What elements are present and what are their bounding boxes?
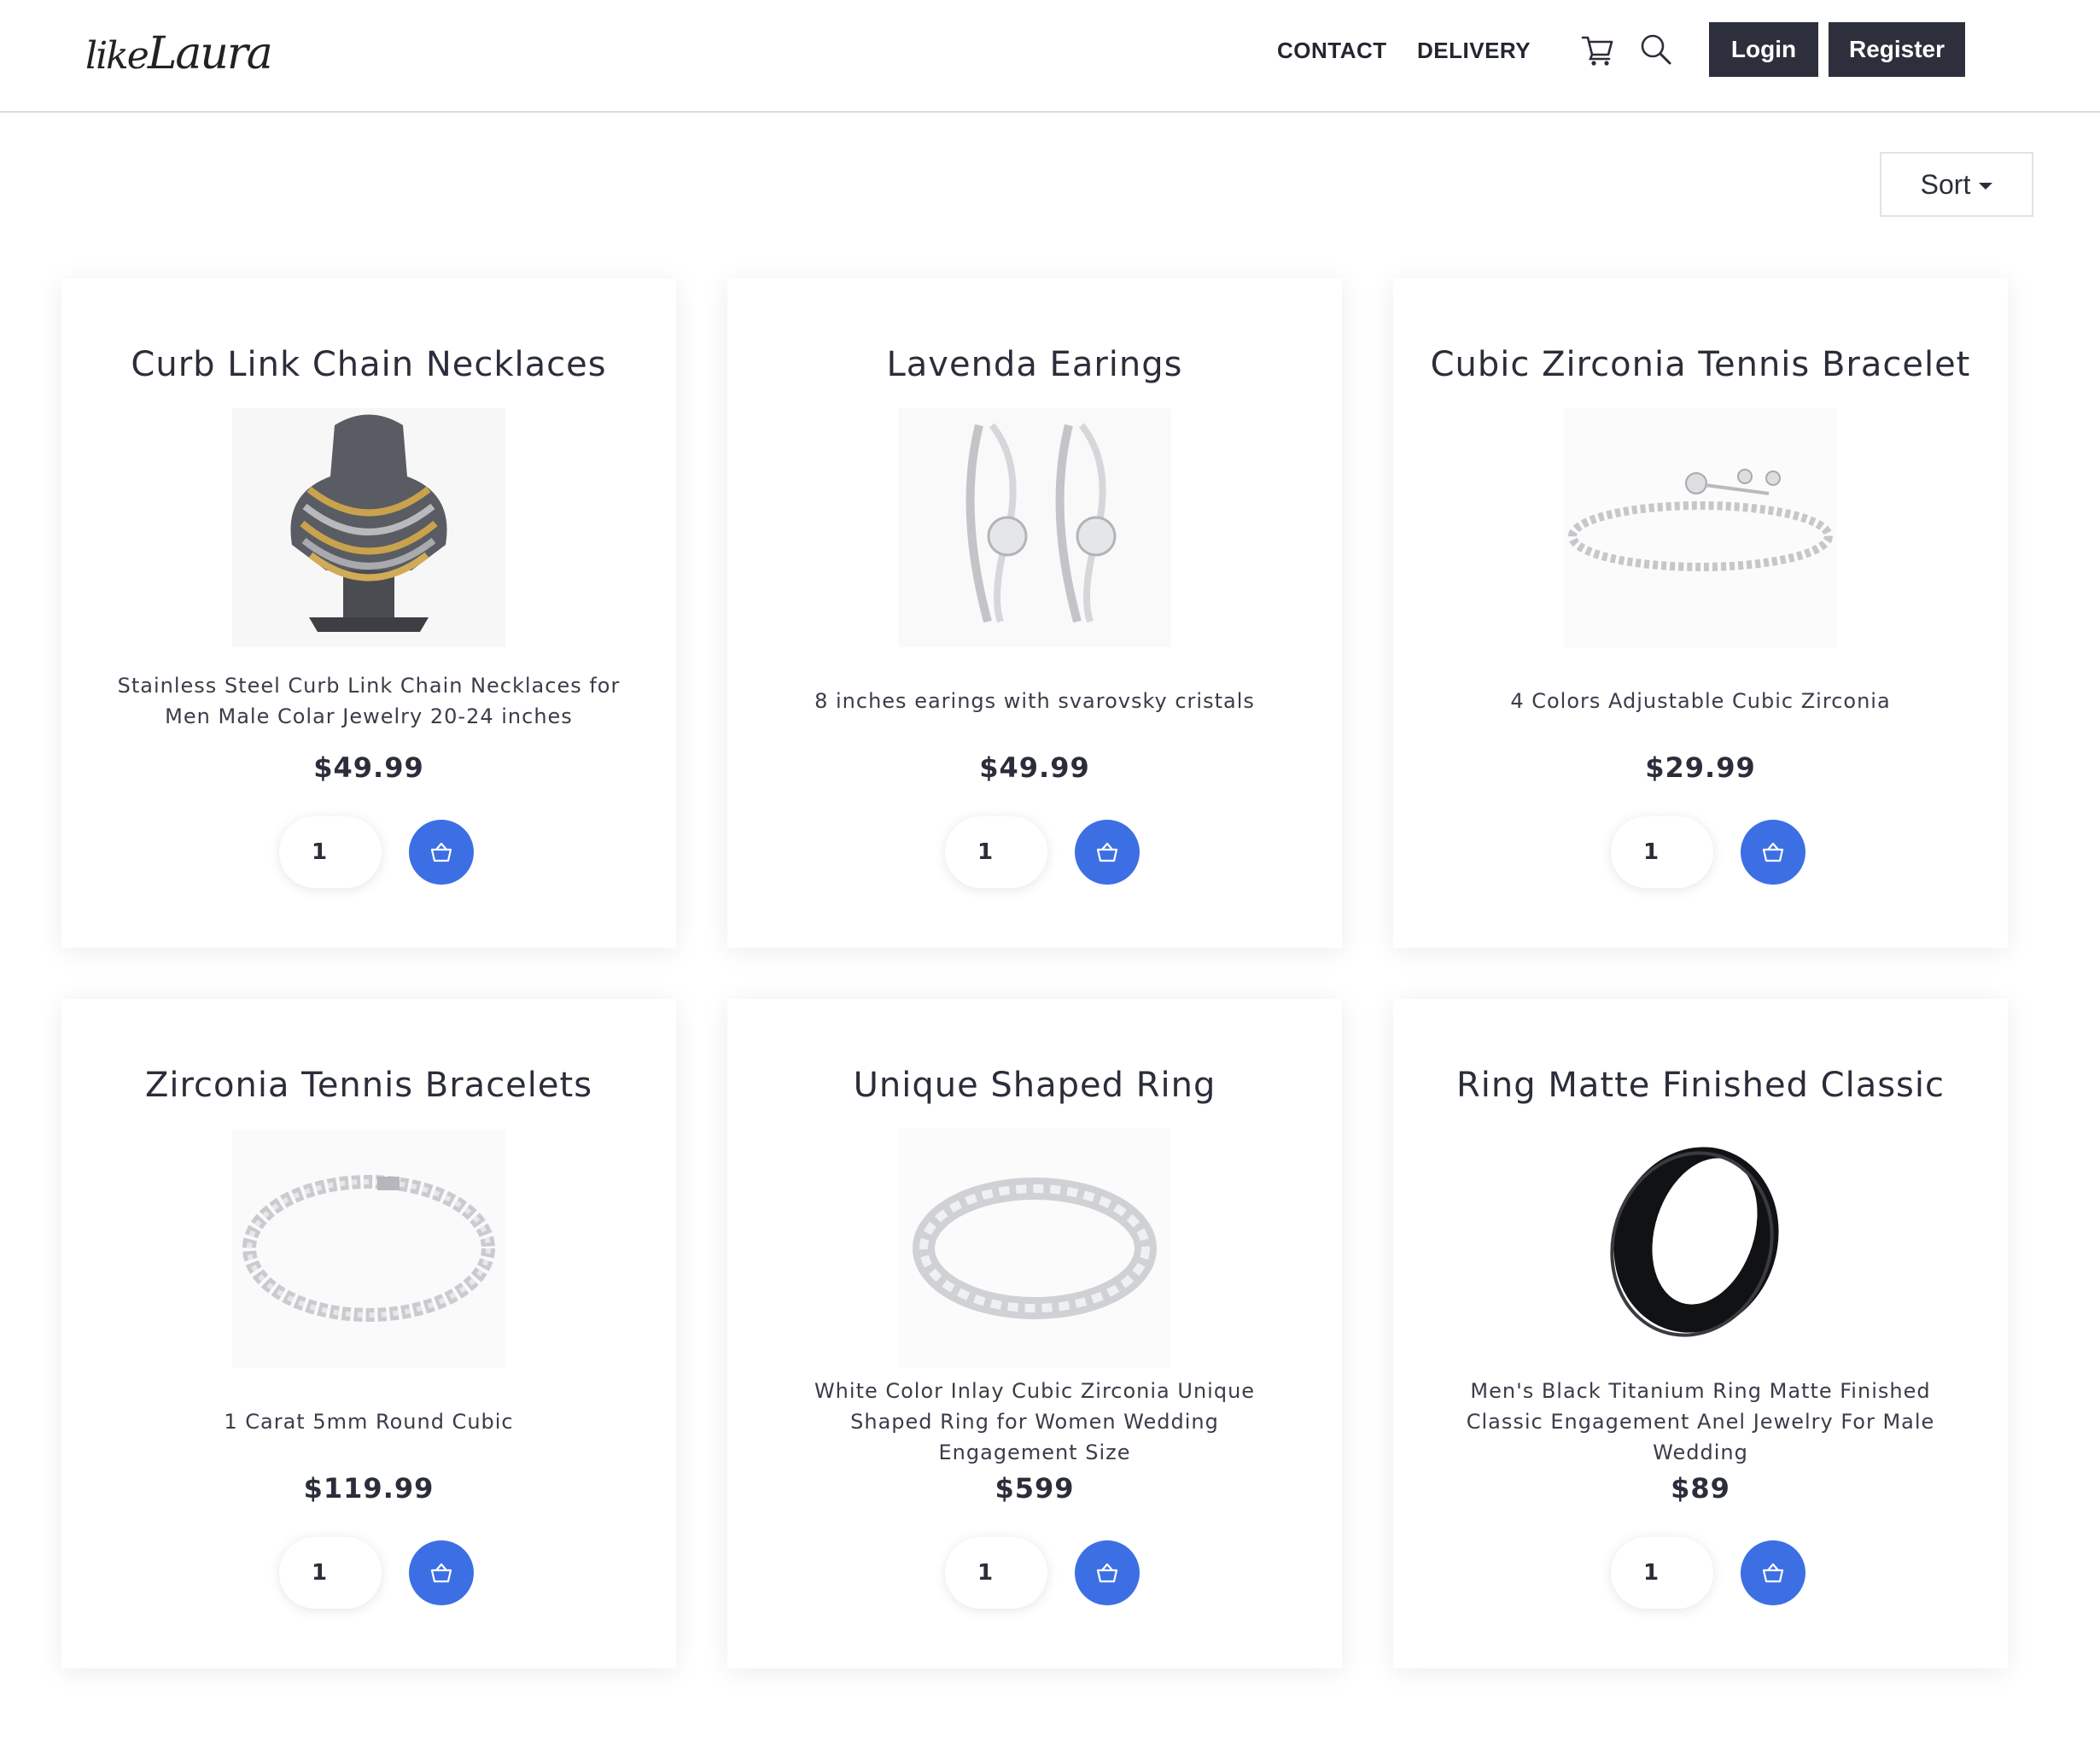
add-to-cart-button[interactable]	[1741, 820, 1805, 885]
product-title: Curb Link Chain Necklaces	[131, 345, 607, 384]
product-description: Stainless Steel Curb Link Chain Necklace…	[117, 674, 621, 728]
register-button[interactable]: Register	[1829, 22, 1965, 77]
sort-label: Sort	[1920, 168, 1971, 200]
product-card: Curb Link Chain Necklaces Stainless Stee…	[61, 278, 676, 948]
login-button[interactable]: Login	[1709, 22, 1818, 77]
add-to-cart-button[interactable]	[409, 820, 474, 885]
product-description: 8 inches earings with svarovsky cristals	[814, 689, 1255, 713]
product-card: Zirconia Tennis Bracelets 1 Carat 5mm Ro…	[61, 999, 676, 1668]
product-title: Zirconia Tennis Bracelets	[144, 1066, 593, 1105]
product-title: Cubic Zirconia Tennis Bracelet	[1430, 345, 1971, 384]
earrings-image[interactable]	[898, 408, 1171, 647]
product-description: White Color Inlay Cubic Zirconia Unique …	[814, 1379, 1256, 1464]
product-title: Lavenda Earings	[886, 345, 1183, 384]
basket-icon	[1096, 842, 1118, 862]
search-icon[interactable]	[1637, 31, 1675, 68]
caret-down-icon	[1979, 183, 1993, 190]
product-card: Unique Shaped Ring White Color Inlay Cub…	[727, 999, 1342, 1668]
product-card: Lavenda Earings 8 inches earings with sv…	[727, 278, 1342, 948]
ring-image[interactable]	[898, 1129, 1171, 1368]
basket-icon	[1096, 1563, 1118, 1583]
add-to-cart-button[interactable]	[409, 1540, 474, 1605]
product-card: Ring Matte Finished Classic Men's Black …	[1393, 999, 2008, 1668]
product-title: Ring Matte Finished Classic	[1456, 1066, 1945, 1105]
site-logo[interactable]: likeLaura	[85, 24, 273, 84]
site-header: likeLaura CONTACT DELIVERY Login Registe…	[0, 0, 2100, 113]
logo-text-like: like	[85, 34, 149, 78]
product-description: 1 Carat 5mm Round Cubic	[224, 1410, 514, 1434]
product-price: $49.99	[313, 751, 424, 784]
nav-delivery-link[interactable]: DELIVERY	[1417, 38, 1531, 64]
nav-contact-link[interactable]: CONTACT	[1277, 38, 1387, 64]
basket-icon	[430, 1563, 452, 1583]
product-description: Men's Black Titanium Ring Matte Finished…	[1466, 1379, 1935, 1464]
quantity-input[interactable]	[279, 816, 382, 888]
product-price: $29.99	[1645, 751, 1756, 784]
product-card: Cubic Zirconia Tennis Bracelet 4 Colors …	[1393, 278, 2008, 948]
product-price: $599	[995, 1472, 1075, 1505]
product-price: $119.99	[303, 1472, 435, 1505]
add-to-cart-button[interactable]	[1075, 820, 1140, 885]
quantity-input[interactable]	[1611, 816, 1713, 888]
product-price: $89	[1671, 1472, 1730, 1505]
product-description: 4 Colors Adjustable Cubic Zirconia	[1510, 689, 1891, 713]
product-price: $49.99	[979, 751, 1090, 784]
basket-icon	[430, 842, 452, 862]
sort-dropdown[interactable]: Sort	[1880, 152, 2033, 217]
tennis-bracelet-image[interactable]	[232, 1129, 505, 1368]
cart-icon[interactable]	[1579, 31, 1617, 68]
basket-icon	[1762, 842, 1784, 862]
quantity-input[interactable]	[1611, 1537, 1713, 1609]
product-title: Unique Shaped Ring	[853, 1066, 1216, 1105]
bracelet-image[interactable]	[1564, 408, 1837, 647]
black-ring-image[interactable]	[1564, 1129, 1837, 1368]
quantity-input[interactable]	[945, 1537, 1047, 1609]
add-to-cart-button[interactable]	[1741, 1540, 1805, 1605]
add-to-cart-button[interactable]	[1075, 1540, 1140, 1605]
quantity-input[interactable]	[279, 1537, 382, 1609]
logo-text-laura: Laura	[147, 28, 273, 79]
quantity-input[interactable]	[945, 816, 1047, 888]
basket-icon	[1762, 1563, 1784, 1583]
necklace-image[interactable]	[232, 408, 505, 647]
